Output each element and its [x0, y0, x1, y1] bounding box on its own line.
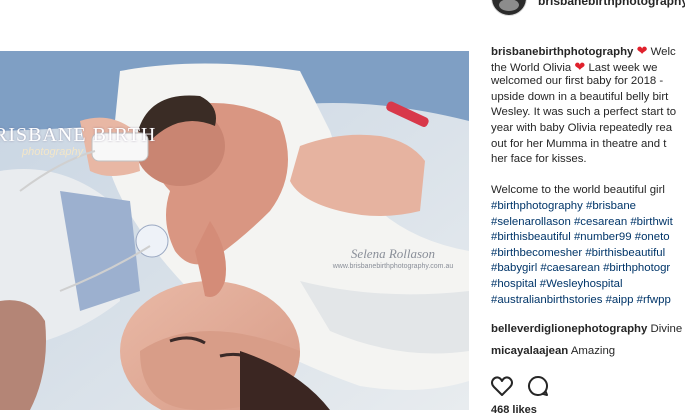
heart-outline-icon[interactable] [490, 374, 514, 398]
caption-line-8: her face for kisses. [491, 153, 587, 166]
caption-line-1: brisbanebirthphotography ❤ Welc [491, 43, 685, 59]
heart-emoji-icon: ❤ [636, 43, 648, 58]
comment-username[interactable]: belleverdiglionephotography [491, 323, 647, 335]
profile-avatar[interactable] [491, 0, 527, 16]
comment-username[interactable]: micayalaajean [491, 345, 568, 357]
comment-text: Divine [650, 323, 683, 335]
hashtag-line[interactable]: #birthphotography #brisbane [491, 199, 685, 215]
comment-item: micayalaajean Amazing [491, 342, 685, 364]
comment-list: belleverdiglionephotography Divine micay… [491, 320, 685, 364]
caption-text: Welc [650, 46, 676, 58]
hashtag-line[interactable]: #australianbirthstories #aipp #rfwpp [491, 293, 685, 309]
header-username[interactable]: brisbanebirthphotography [538, 0, 685, 8]
hashtag-line[interactable]: #birthbecomesher #birthisbeautiful [491, 246, 685, 262]
watermark-url: www.brisbanebirthphotography.com.au [332, 263, 454, 270]
caption-line-2: the World Olivia ❤ Last week we [491, 58, 658, 74]
caption-line-3: welcomed our first baby for 2018 - [491, 75, 664, 88]
likes-count[interactable]: 468 likes [491, 404, 537, 416]
caption-line-7: out for her Mumma in theatre and t [491, 137, 667, 150]
hashtag-line[interactable]: #babygirl #caesarean #birthphotogr [491, 261, 685, 277]
hashtag-line[interactable]: #selenarollason #cesarean #birthwit [491, 215, 685, 231]
photo-illustration [0, 51, 469, 410]
post-photo[interactable]: RISBANE BIRTH photography Selena Rollaso… [0, 51, 469, 410]
comment-text: Amazing [570, 345, 616, 357]
comment-item: belleverdiglionephotography Divine [491, 320, 685, 342]
heart-emoji-icon: ❤ [574, 58, 586, 74]
caption-username[interactable]: brisbanebirthphotography [491, 46, 633, 58]
hashtag-line[interactable]: #birthisbeautiful #number99 #oneto [491, 230, 685, 246]
caption-line-6: year with baby Olivia repeatedly rea [491, 121, 673, 134]
watermark-name: Selena Rollason [350, 246, 436, 261]
logo-subtitle: photography [22, 146, 84, 158]
photo-watermark: Selena Rollason www.brisbanebirthphotogr… [318, 246, 468, 270]
post-caption: brisbanebirthphotography ❤ Welc the Worl… [491, 43, 685, 308]
logo-wordmark: RISBANE BIRTH [0, 124, 157, 146]
speech-bubble-icon[interactable] [526, 374, 550, 398]
caption-welcome-line: Welcome to the world beautiful girl [491, 184, 665, 197]
caption-line-5: Wesley. It was such a perfect start to [491, 106, 677, 119]
caption-line-4: upside down in a beautiful belly birt [491, 90, 669, 103]
hashtag-line[interactable]: #hospital #Wesleyhospital [491, 277, 685, 293]
